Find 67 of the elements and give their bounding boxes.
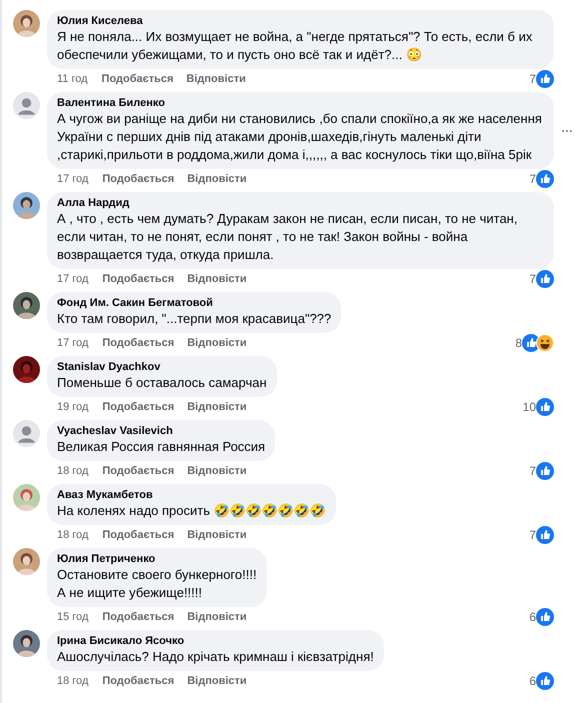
comment-time[interactable]: 17 год <box>57 170 88 188</box>
author-name[interactable]: Валентина Биленко <box>57 96 544 110</box>
like-link[interactable]: Подобається <box>102 526 174 544</box>
reply-link[interactable]: Відповісти <box>187 462 247 480</box>
comment-text: А , что , есть чем думать? Дуракам закон не писан, если писан, то не читан, если читан, то не понят, если понят , то не так! Закон войны - война возвращается туда, откуда пришла. <box>57 210 518 264</box>
comment-text: Я не поняла... Их возмущает не война, а "негде прятаться"? То есть, если б их обеспечили убежищами, то и пусть оно всё так и идёт?... 😳 <box>57 28 534 64</box>
reaction-count[interactable]: 6 <box>529 672 536 690</box>
more-options-icon[interactable] <box>562 128 572 132</box>
reply-link[interactable]: Відповісти <box>187 334 247 352</box>
like-icon <box>536 462 554 480</box>
author-name[interactable]: Аваз Мукамбетов <box>57 488 326 502</box>
comment-time[interactable]: 11 год <box>57 70 88 88</box>
reaction-count[interactable]: 10 <box>522 398 536 416</box>
reply-link[interactable]: Відповісти <box>187 672 247 690</box>
like-link[interactable]: Подобається <box>102 462 174 480</box>
like-icon <box>536 270 554 288</box>
like-link[interactable]: Подобається <box>102 170 174 188</box>
comment-text: Ашослучілась? Надо крічать кримнаш і кієвзатрідня! <box>57 648 374 666</box>
like-icon <box>536 526 554 544</box>
like-icon <box>536 608 554 626</box>
author-name[interactable]: Vyacheslav Vasilevich <box>57 424 266 438</box>
like-link[interactable]: Подобається <box>102 608 174 626</box>
like-icon <box>536 70 554 88</box>
reaction-count[interactable]: 7 <box>529 70 536 88</box>
avatar-icon[interactable] <box>13 92 40 119</box>
comment-time[interactable]: 17 год <box>57 334 88 352</box>
comment-time[interactable]: 18 год <box>57 672 88 690</box>
reaction-count[interactable]: 7 <box>529 462 536 480</box>
comment-time[interactable]: 17 год <box>57 270 88 288</box>
comment-text: А не ищите убежище!!!!! <box>57 584 203 602</box>
reply-link[interactable]: Відповісти <box>187 526 247 544</box>
avatar-icon[interactable] <box>13 420 40 447</box>
like-icon <box>536 398 554 416</box>
author-name[interactable]: Фонд Им. Сакин Бегматовой <box>57 296 332 310</box>
comment-text: А чугож ви раніще на диби ни становились ,бо спали спокіїно,а як же населення України с перших днів під атаками дронів,шахедів,гінуть маленькі діти ,старикі,прильоти в роддома,жили дома і,,,,,, а вас коснулось тіки що,віїна 5рік <box>57 110 543 164</box>
author-name[interactable]: Алла Нардид <box>57 196 544 210</box>
like-link[interactable]: Подобається <box>102 672 174 690</box>
reply-link[interactable]: Відповісти <box>187 170 247 188</box>
reply-link[interactable]: Відповісти <box>186 70 246 88</box>
comment-text: Великая Россия гавнянная Россия <box>57 438 266 456</box>
reply-link[interactable]: Відповісти <box>187 608 247 626</box>
reaction-count[interactable]: 7 <box>529 270 536 288</box>
comment-time[interactable]: 15 год <box>57 608 88 626</box>
reaction-count[interactable]: 6 <box>529 608 536 626</box>
comment-text: Остановите своего бункерного!!!! <box>57 566 257 584</box>
like-link[interactable]: Подобається <box>102 270 174 288</box>
author-name[interactable]: Юлия Петриченко <box>57 552 257 566</box>
reaction-count[interactable]: 7 <box>529 170 536 188</box>
author-name[interactable]: Stanislav Dyachkov <box>57 360 267 374</box>
reaction-count[interactable]: 7 <box>529 526 536 544</box>
comment-text: На коленях надо просить 🤣🤣🤣🤣🤣🤣🤣 <box>57 502 326 520</box>
comment-text: Кто там говорил, "...терпи моя красавица"??? <box>57 310 332 328</box>
comment-text: Поменьше б оставалось самарчан <box>57 374 267 392</box>
reply-link[interactable]: Відповісти <box>187 270 247 288</box>
comment-time[interactable]: 18 год <box>57 526 88 544</box>
like-link[interactable]: Подобається <box>102 334 174 352</box>
comment-time[interactable]: 18 год <box>57 462 88 480</box>
reply-link[interactable]: Відповісти <box>187 398 247 416</box>
like-icon <box>536 170 554 188</box>
author-name[interactable]: Юлия Киселева <box>57 14 544 28</box>
like-link[interactable]: Подобається <box>102 70 174 88</box>
like-icon <box>536 672 554 690</box>
comment-time[interactable]: 19 год <box>57 398 88 416</box>
laughing-face-icon <box>536 334 554 352</box>
like-link[interactable]: Подобається <box>102 398 174 416</box>
reaction-count[interactable]: 8 <box>515 334 522 352</box>
author-name[interactable]: Ірина Бисикало Ясочко <box>57 634 374 648</box>
